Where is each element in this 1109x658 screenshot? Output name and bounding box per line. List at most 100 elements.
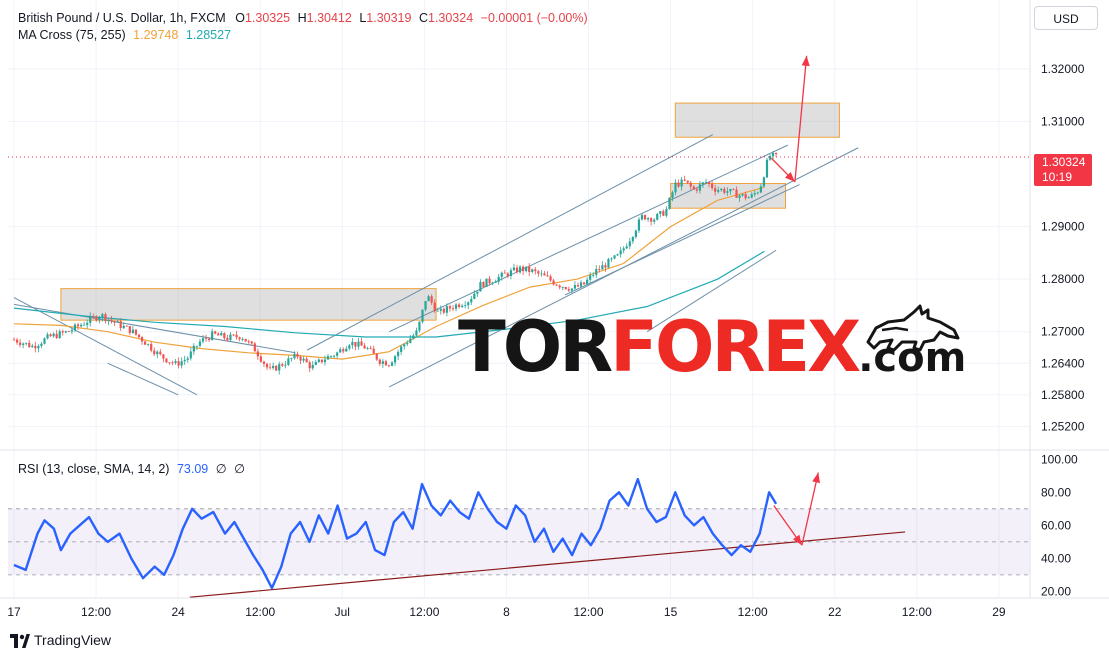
candle-body bbox=[711, 183, 714, 189]
candle-body bbox=[208, 338, 211, 341]
candle-body bbox=[25, 342, 28, 344]
price-tick-0: 1.32000 bbox=[1041, 62, 1085, 76]
candle-body bbox=[512, 267, 516, 271]
candle-body bbox=[238, 337, 241, 340]
candle-body bbox=[125, 325, 128, 327]
candle-body bbox=[381, 361, 384, 364]
candle-body bbox=[79, 324, 83, 327]
candle-body bbox=[192, 345, 195, 352]
candle-body bbox=[268, 367, 272, 369]
candle-body bbox=[302, 358, 305, 361]
time-tick-6: 8 bbox=[503, 605, 510, 619]
candle-body bbox=[339, 349, 342, 353]
candle-body bbox=[134, 329, 138, 335]
candle-body bbox=[342, 349, 345, 352]
time-tick-9: 12:00 bbox=[738, 605, 768, 619]
candle-body bbox=[494, 281, 497, 283]
candle-body bbox=[625, 246, 628, 249]
candle-body bbox=[497, 276, 500, 282]
candle-body bbox=[613, 255, 616, 259]
candle-body bbox=[744, 194, 747, 199]
candle-body bbox=[759, 186, 762, 193]
candle-body bbox=[701, 182, 705, 185]
candle-body bbox=[445, 306, 448, 313]
candle-body bbox=[40, 343, 43, 346]
low-value: 1.30319 bbox=[366, 11, 412, 25]
candle-body bbox=[406, 342, 409, 345]
candle-body bbox=[540, 273, 543, 275]
candle-body bbox=[275, 365, 278, 371]
candle-body bbox=[717, 190, 720, 192]
candle-body bbox=[189, 351, 192, 359]
candle-body bbox=[735, 189, 738, 198]
candle-body bbox=[433, 302, 436, 312]
candle-body bbox=[564, 287, 567, 290]
rsi-tick-1: 80.00 bbox=[1041, 485, 1071, 499]
candle-body bbox=[628, 241, 631, 247]
candle-body bbox=[622, 248, 625, 251]
rsi-value: 73.09 bbox=[176, 462, 209, 476]
rsi-arrow-1-head bbox=[812, 472, 820, 484]
candle-body bbox=[677, 182, 680, 187]
candle-body bbox=[659, 211, 662, 214]
candle-body bbox=[738, 195, 741, 198]
candle-body bbox=[521, 266, 525, 272]
candle-body bbox=[73, 324, 77, 331]
candle-body bbox=[58, 331, 61, 338]
candle-body bbox=[55, 333, 58, 338]
candle-body bbox=[732, 188, 735, 190]
candle-body bbox=[287, 358, 290, 365]
watermark-part-2: FOREX bbox=[610, 306, 861, 388]
candle-body bbox=[592, 274, 595, 276]
rsi-tick-2: 60.00 bbox=[1041, 518, 1071, 532]
candle-body bbox=[646, 218, 650, 220]
last-price-value: 1.30324 bbox=[1042, 155, 1086, 169]
candle-body bbox=[140, 337, 144, 342]
candle-body bbox=[409, 338, 412, 343]
candle-body bbox=[363, 345, 366, 349]
candle-body bbox=[31, 345, 34, 348]
bull-icon bbox=[866, 304, 960, 352]
candle-body bbox=[317, 359, 320, 362]
candle-body bbox=[485, 278, 488, 287]
candle-body bbox=[186, 358, 189, 360]
zone-2 bbox=[674, 102, 840, 138]
candle-body bbox=[387, 365, 391, 367]
candle-body bbox=[320, 359, 323, 363]
candle-body bbox=[229, 334, 232, 341]
candle-body bbox=[15, 339, 19, 343]
candle-body bbox=[537, 271, 540, 274]
tradingview-branding[interactable]: TradingView bbox=[10, 632, 111, 648]
candle-body bbox=[582, 282, 586, 285]
currency-button[interactable]: USD bbox=[1034, 6, 1098, 30]
close-label: C bbox=[418, 11, 428, 25]
candle-body bbox=[528, 266, 531, 272]
candle-body bbox=[253, 343, 256, 352]
candle-body bbox=[211, 331, 214, 341]
candle-body bbox=[607, 259, 610, 268]
candle-body bbox=[293, 353, 296, 359]
candle-body bbox=[589, 275, 592, 280]
candle-body bbox=[671, 192, 674, 198]
candle-body bbox=[400, 346, 403, 352]
candle-body bbox=[543, 273, 546, 276]
candle-body bbox=[143, 341, 147, 345]
candle-body bbox=[482, 282, 485, 287]
candle-body bbox=[305, 358, 308, 363]
candle-body bbox=[12, 339, 16, 341]
price-tick-1: 1.31000 bbox=[1041, 114, 1085, 128]
candle-body bbox=[552, 280, 555, 285]
candle-body bbox=[369, 348, 372, 350]
candle-body bbox=[714, 188, 717, 192]
candle-body bbox=[439, 308, 442, 311]
candle-body bbox=[491, 282, 494, 284]
candle-body bbox=[765, 159, 769, 178]
rsi-header: RSI (13, close, SMA, 14, 2) 73.09 ∅ ∅ bbox=[18, 461, 245, 476]
candle-body bbox=[131, 329, 134, 334]
candle-body bbox=[159, 351, 162, 355]
candle-body bbox=[52, 333, 55, 337]
candle-body bbox=[220, 333, 223, 336]
candle-body bbox=[235, 334, 238, 338]
candle-body bbox=[619, 250, 622, 255]
price-tick-3: 1.28000 bbox=[1041, 272, 1085, 286]
